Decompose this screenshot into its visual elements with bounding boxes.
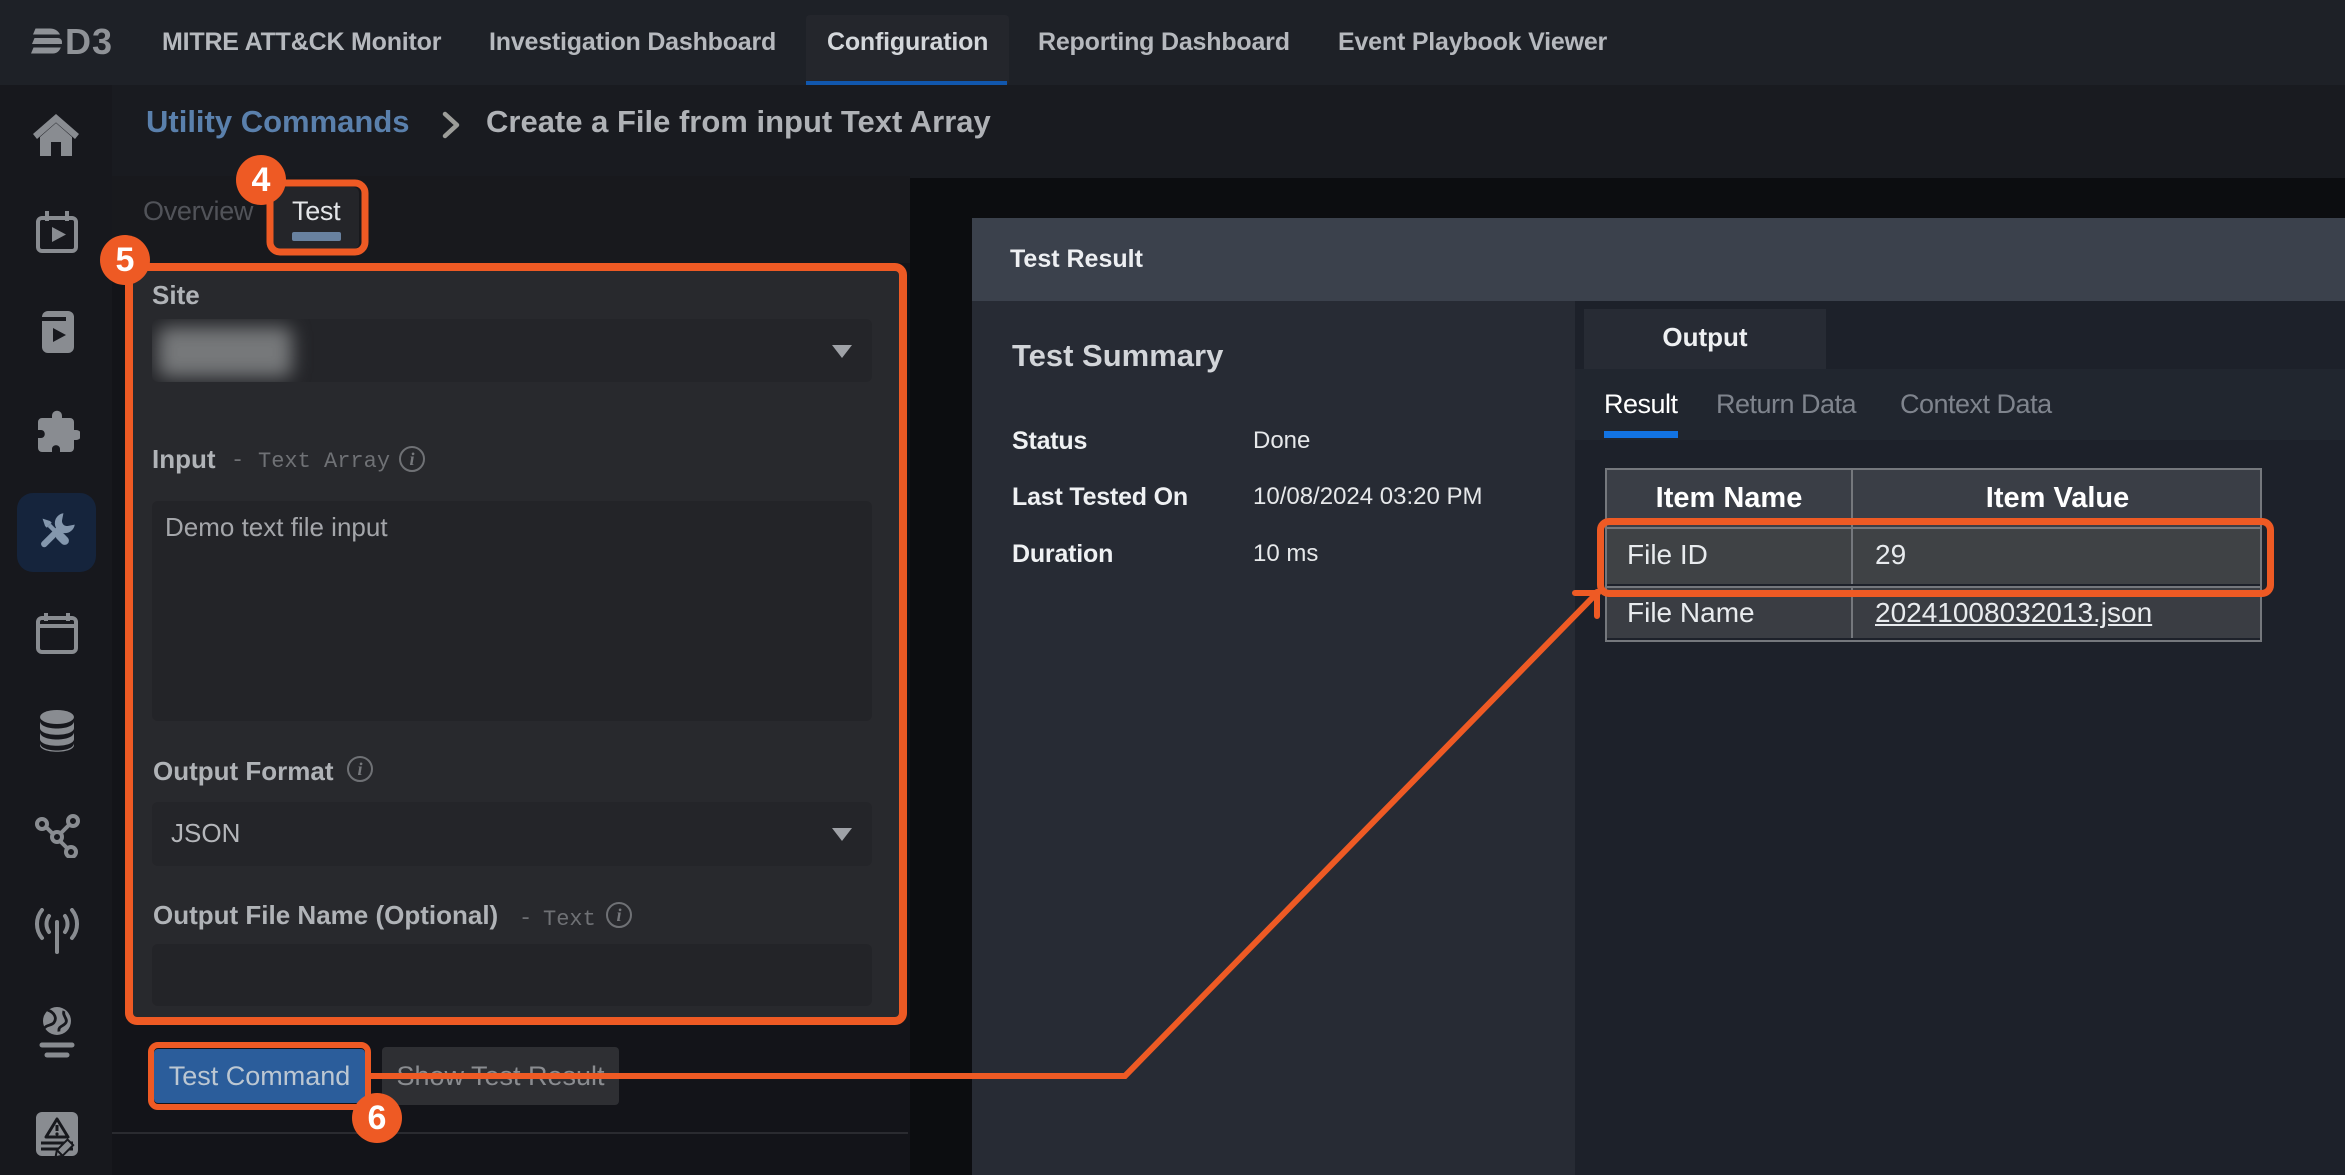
svg-text:D3: D3	[65, 27, 113, 57]
